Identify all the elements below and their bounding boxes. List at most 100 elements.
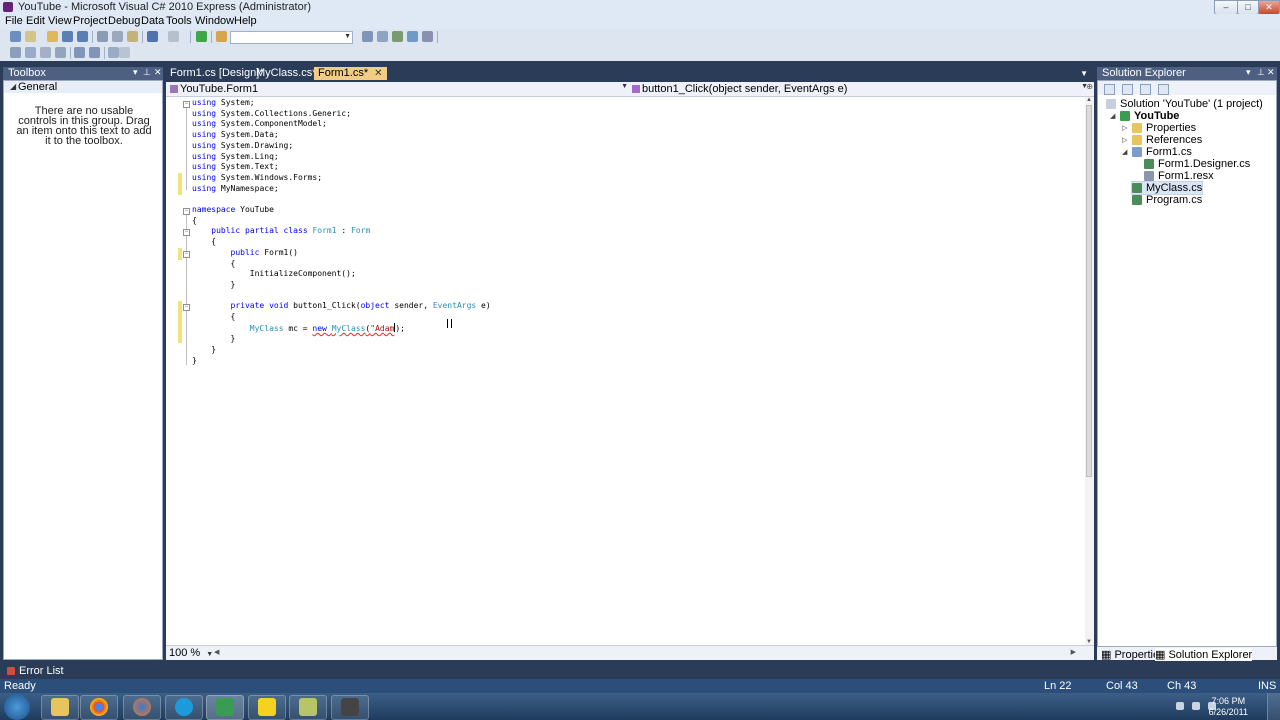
list-members-icon[interactable] xyxy=(10,47,21,58)
tab-myclass[interactable]: MyClass.cs* xyxy=(252,67,321,80)
collapse-icon[interactable]: − xyxy=(183,229,190,236)
collapse-icon[interactable]: − xyxy=(183,251,190,258)
network-icon[interactable] xyxy=(1192,702,1200,710)
aim-icon xyxy=(258,698,276,716)
pin-icon[interactable]: ⊥ xyxy=(143,67,151,78)
tree-item[interactable]: Properties xyxy=(1132,122,1196,134)
close-icon[interactable]: ✕ xyxy=(1267,67,1275,78)
tab-form1-code[interactable]: Form1.cs* ✕ xyxy=(314,67,387,80)
menu-help[interactable]: Help xyxy=(231,15,260,27)
skype-icon xyxy=(175,698,193,716)
scroll-up-icon[interactable]: ▲ xyxy=(1086,97,1092,103)
tray-arrow-icon[interactable] xyxy=(1176,702,1184,710)
find-combo[interactable]: ▼ xyxy=(230,31,353,44)
paste-icon[interactable] xyxy=(127,31,138,42)
start-debugging-icon[interactable] xyxy=(196,31,207,42)
vertical-scrollbar[interactable]: ▲ ▼ xyxy=(1085,97,1094,645)
show-all-files-icon[interactable] xyxy=(1122,84,1133,95)
member-dropdown-value: button1_Click(object sender, EventArgs e… xyxy=(642,83,848,95)
scrollbar-thumb[interactable] xyxy=(1086,105,1092,477)
collapse-arrow-icon[interactable]: ◢ xyxy=(1122,148,1127,156)
find-in-files-icon[interactable] xyxy=(216,31,227,42)
split-icon[interactable]: ⊕ xyxy=(1086,82,1093,91)
redo-icon[interactable] xyxy=(168,31,179,42)
dropdown-icon[interactable]: ▾ xyxy=(1246,67,1251,78)
collapse-icon[interactable]: − xyxy=(183,208,190,215)
tree-item[interactable]: MyClass.cs xyxy=(1130,181,1204,195)
code-editor[interactable]: YouTube.Form1 ▼ button1_Click(object sen… xyxy=(166,82,1094,660)
menu-tools[interactable]: Tools xyxy=(163,15,195,27)
tree-item[interactable]: References xyxy=(1132,134,1202,146)
separator xyxy=(190,31,191,43)
comment-out-icon[interactable] xyxy=(108,47,119,58)
member-dropdown[interactable]: button1_Click(object sender, EventArgs e… xyxy=(632,83,1090,95)
save-icon[interactable] xyxy=(62,31,73,42)
tab-solution-explorer[interactable]: ▦ Solution Explorer xyxy=(1155,648,1253,661)
properties-icon[interactable] xyxy=(1104,84,1115,95)
new-project-icon[interactable] xyxy=(10,31,21,42)
tree-item[interactable]: Form1.Designer.cs xyxy=(1144,158,1250,170)
expand-arrow-icon[interactable]: ▷ xyxy=(1122,136,1127,144)
dropdown-icon[interactable]: ▾ xyxy=(133,67,138,78)
tree-item[interactable]: Form1.cs xyxy=(1132,146,1192,158)
tab-label: Solution Explorer xyxy=(1168,649,1253,661)
toolbox-icon[interactable] xyxy=(407,31,418,42)
cut-icon[interactable] xyxy=(97,31,108,42)
skype-taskbar-button[interactable] xyxy=(165,695,203,720)
minimize-button[interactable]: – xyxy=(1214,0,1238,15)
show-desktop-button[interactable] xyxy=(1267,693,1280,720)
open-file-icon[interactable] xyxy=(47,31,58,42)
error-list-tab[interactable]: Error List xyxy=(0,663,64,679)
increase-indent-icon[interactable] xyxy=(89,47,100,58)
expand-arrow-icon[interactable]: ▷ xyxy=(1122,124,1127,132)
status-bar: Ready Ln 22 Col 43 Ch 43 INS xyxy=(0,679,1280,693)
zoom-level[interactable]: 100 % ▼ xyxy=(169,647,213,659)
close-button[interactable]: ✕ xyxy=(1258,0,1280,15)
object-browser-icon[interactable] xyxy=(392,31,403,42)
refresh-icon[interactable] xyxy=(1140,84,1151,95)
separator xyxy=(92,31,93,43)
maximize-button[interactable]: □ xyxy=(1237,0,1259,15)
scroll-left-icon[interactable]: ◀ xyxy=(214,648,219,656)
quick-info-icon[interactable] xyxy=(40,47,51,58)
find-icon[interactable] xyxy=(362,31,373,42)
view-code-icon[interactable] xyxy=(1158,84,1169,95)
code-text[interactable]: using System; using System.Collections.G… xyxy=(192,98,491,367)
start-button[interactable] xyxy=(4,694,30,720)
explorer-taskbar-button[interactable] xyxy=(41,695,79,720)
parameter-info-icon[interactable] xyxy=(25,47,36,58)
firefox-taskbar-button[interactable] xyxy=(123,695,161,720)
aim-taskbar-button[interactable] xyxy=(248,695,286,720)
tree-item[interactable]: YouTube xyxy=(1120,110,1179,122)
chevron-down-icon[interactable]: ▼ xyxy=(1080,69,1088,78)
clock[interactable]: 7:06 PM 6/26/2011 xyxy=(1209,696,1248,718)
properties-window-icon[interactable] xyxy=(377,31,388,42)
tree-item[interactable]: Program.cs xyxy=(1132,194,1202,206)
tree-item-label: Form1.Designer.cs xyxy=(1158,158,1251,170)
visual-csharp-taskbar-button[interactable] xyxy=(206,695,244,720)
start-page-icon[interactable] xyxy=(422,31,433,42)
collapse-icon[interactable]: − xyxy=(183,304,190,311)
copy-icon[interactable] xyxy=(112,31,123,42)
decrease-indent-icon[interactable] xyxy=(74,47,85,58)
toolbox-group-general[interactable]: ◢ General xyxy=(4,81,162,93)
type-dropdown[interactable]: YouTube.Form1 ▼ xyxy=(170,83,630,95)
tree-item-label: Solution 'YouTube' (1 project) xyxy=(1120,98,1263,110)
undo-icon[interactable] xyxy=(147,31,158,42)
add-item-icon[interactable] xyxy=(25,31,36,42)
collapse-arrow-icon[interactable]: ◢ xyxy=(1110,112,1115,120)
uncomment-icon[interactable] xyxy=(119,47,130,58)
close-icon[interactable]: ✕ xyxy=(154,67,162,78)
scroll-right-icon[interactable]: ▶ xyxy=(1071,648,1076,656)
save-all-icon[interactable] xyxy=(77,31,88,42)
pin-icon[interactable]: ⊥ xyxy=(1257,67,1265,78)
app-taskbar-button[interactable] xyxy=(331,695,369,720)
app-taskbar-button[interactable] xyxy=(289,695,327,720)
close-tab-icon[interactable]: ✕ xyxy=(374,67,382,80)
collapse-icon[interactable]: − xyxy=(183,101,190,108)
solution-explorer-toolbar xyxy=(1098,81,1276,95)
complete-word-icon[interactable] xyxy=(55,47,66,58)
chrome-taskbar-button[interactable] xyxy=(80,695,118,720)
tree-item[interactable]: Form1.resx xyxy=(1144,170,1214,182)
tree-item[interactable]: Solution 'YouTube' (1 project) xyxy=(1106,98,1263,110)
